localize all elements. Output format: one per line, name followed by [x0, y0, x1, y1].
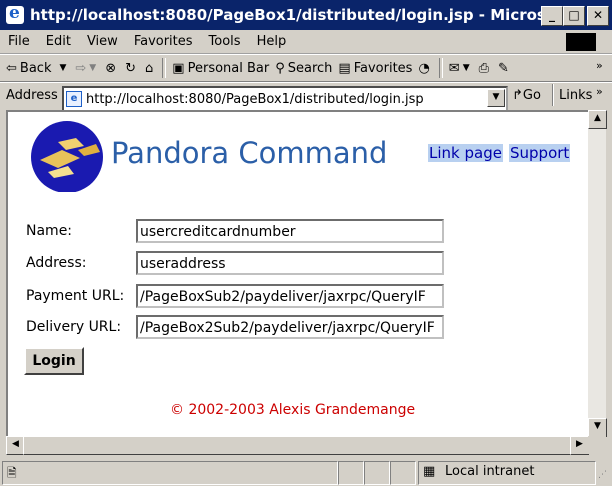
resize-grip-icon[interactable]: ⋰: [598, 470, 607, 480]
mail-button[interactable]: ✉ ▼: [449, 61, 473, 76]
back-button[interactable]: ⇦ Back ▼: [6, 61, 69, 76]
address-url: http://localhost:8080/PageBox1/distribut…: [86, 91, 424, 107]
back-label: Back: [19, 60, 52, 76]
payment-url-input[interactable]: /PageBoxSub2/paydeliver/jaxrpc/QueryIF: [136, 284, 444, 308]
toolbar-overflow-icon[interactable]: »: [596, 59, 603, 72]
home-icon: ⌂: [145, 60, 154, 76]
home-button[interactable]: ⌂: [145, 61, 156, 76]
menu-bar: File Edit View Favorites Tools Help: [0, 30, 612, 54]
toolbar-separator: [438, 58, 443, 78]
edit-icon: ✎: [498, 60, 509, 76]
favorites-label: Favorites: [353, 60, 413, 76]
horizontal-scrollbar[interactable]: ◀ ▶: [6, 436, 589, 455]
page-icon: e: [66, 91, 82, 107]
scroll-right-icon[interactable]: ▶: [570, 436, 589, 455]
page-content: Pandora Command Link page Support Name: …: [6, 110, 588, 436]
name-input[interactable]: usercreditcardnumber: [136, 219, 444, 243]
stop-button[interactable]: ⊗: [105, 61, 119, 76]
edit-button[interactable]: ✎: [498, 61, 512, 76]
page-status-icon: 🗎: [7, 466, 17, 480]
go-button[interactable]: ↱Go: [512, 88, 541, 103]
delivery-url-label: Delivery URL:: [26, 319, 122, 335]
menu-edit[interactable]: Edit: [38, 34, 79, 49]
status-cell: [364, 461, 390, 485]
name-label: Name:: [26, 223, 73, 239]
scroll-up-icon[interactable]: ▲: [588, 110, 607, 129]
history-button[interactable]: ◔: [418, 61, 432, 76]
address-separator: [552, 84, 554, 106]
maximize-button[interactable]: □: [563, 6, 585, 26]
status-bar: 🗎 ▦ Local intranet ⋰: [0, 458, 612, 486]
payment-url-label: Payment URL:: [26, 288, 125, 304]
zone-cell: ▦ Local intranet: [418, 461, 596, 485]
back-arrow-icon: ⇦: [6, 60, 17, 76]
links-overflow-icon[interactable]: »: [596, 85, 603, 98]
status-message-cell: 🗎: [2, 461, 338, 485]
history-icon: ◔: [418, 60, 430, 76]
intranet-icon: ▦: [423, 464, 436, 479]
menu-favorites[interactable]: Favorites: [126, 34, 201, 49]
search-icon: ⚲: [275, 60, 285, 76]
toolbar: ⇦ Back ▼ ⇨ ▼ ⊗ ↻ ⌂ ▣ Personal Bar ⚲ Search ▤ F…: [0, 54, 612, 82]
toolbar-separator: [162, 58, 167, 78]
favorites-button[interactable]: ▤ Favorites: [338, 61, 412, 76]
menu-tools[interactable]: Tools: [201, 34, 249, 49]
vertical-scrollbar[interactable]: ▲ ▼: [588, 110, 607, 437]
go-label: Go: [522, 88, 541, 103]
address-field-label: Address:: [26, 255, 87, 271]
dropdown-icon: ▼: [59, 63, 67, 73]
refresh-icon: ↻: [125, 60, 137, 76]
status-cell: [390, 461, 416, 485]
print-icon: ⎙: [478, 60, 490, 76]
print-button[interactable]: ⎙: [479, 61, 492, 76]
ie-icon: [6, 3, 24, 24]
go-arrow-icon: ↱: [512, 88, 523, 103]
stop-icon: ⊗: [105, 60, 117, 76]
links-button[interactable]: Links: [559, 88, 592, 103]
login-button[interactable]: Login: [24, 347, 84, 375]
menu-file[interactable]: File: [0, 34, 38, 49]
status-cell: [338, 461, 364, 485]
address-field-input[interactable]: useraddress: [136, 251, 444, 275]
address-dropdown-icon[interactable]: ▼: [487, 89, 505, 107]
favorites-icon: ▤: [338, 60, 351, 76]
refresh-button[interactable]: ↻: [125, 61, 139, 76]
address-label: Address: [6, 88, 58, 103]
scroll-down-icon[interactable]: ▼: [588, 418, 607, 437]
personal-bar-button[interactable]: ▣ Personal Bar: [172, 61, 269, 76]
window-title: http://localhost:8080/PageBox1/distribut…: [30, 6, 555, 24]
address-bar: Address e http://localhost:8080/PageBox1…: [0, 82, 612, 112]
windows-logo-icon: [566, 33, 596, 51]
address-input[interactable]: e http://localhost:8080/PageBox1/distrib…: [62, 86, 508, 112]
personal-bar-icon: ▣: [172, 60, 185, 76]
support-link[interactable]: Support: [509, 144, 571, 162]
title-bar: http://localhost:8080/PageBox1/distribut…: [0, 0, 612, 30]
brand-title: Pandora Command: [111, 136, 388, 170]
link-page-link[interactable]: Link page: [428, 144, 503, 162]
dropdown-icon: ▼: [89, 63, 97, 73]
forward-arrow-icon: ⇨: [75, 60, 87, 76]
mail-icon: ✉: [448, 60, 460, 76]
menu-view[interactable]: View: [79, 34, 126, 49]
copyright-text: © 2002-2003 Alexis Grandemange: [170, 402, 416, 418]
menu-help[interactable]: Help: [249, 34, 295, 49]
pandora-logo: [31, 121, 103, 192]
search-button[interactable]: ⚲ Search: [275, 61, 332, 76]
personal-bar-label: Personal Bar: [187, 60, 270, 76]
close-button[interactable]: ✕: [587, 6, 609, 26]
forward-button[interactable]: ⇨ ▼: [75, 61, 99, 76]
search-label: Search: [287, 60, 333, 76]
scroll-corner: [588, 436, 606, 454]
zone-label: Local intranet: [445, 464, 535, 479]
horizontal-scroll-thumb[interactable]: [23, 436, 571, 455]
minimize-button[interactable]: _: [541, 6, 563, 26]
dropdown-icon: ▼: [462, 63, 470, 73]
delivery-url-input[interactable]: /PageBox2Sub2/paydeliver/jaxrpc/QueryIF: [136, 315, 444, 339]
